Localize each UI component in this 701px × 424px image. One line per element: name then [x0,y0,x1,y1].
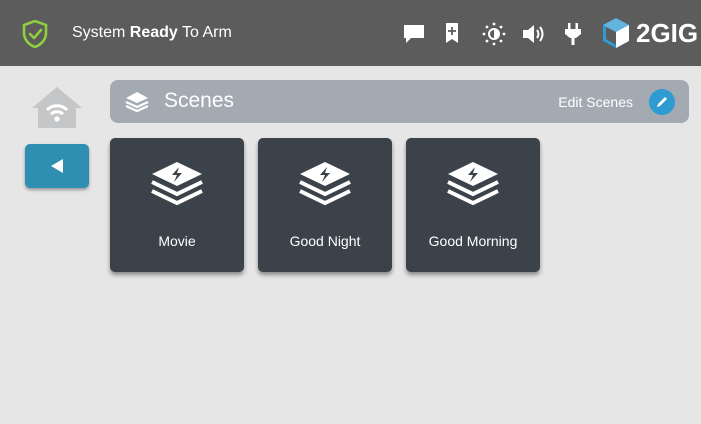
scene-tile-good-morning[interactable]: Good Morning [406,138,540,272]
scene-label: Movie [158,233,196,249]
layers-icon [125,92,149,113]
home-wifi-icon[interactable] [30,84,84,130]
layers-bolt-icon [447,162,499,206]
scene-label: Good Night [289,233,361,249]
edit-scenes-button[interactable] [649,89,675,115]
plug-icon[interactable] [564,22,582,46]
layers-bolt-icon [151,162,203,206]
logo-text: 2GIG [636,17,699,48]
brand-logo: 2GIG [600,15,698,51]
brightness-icon[interactable] [481,21,507,47]
edit-scenes-label[interactable]: Edit Scenes [558,94,633,110]
status-bar: System Ready To Arm 2GIG [0,0,701,66]
shield-check-icon[interactable] [22,20,48,48]
status-suffix: To Arm [181,24,232,41]
scene-tile-movie[interactable]: Movie [110,138,244,272]
status-prefix: System [72,24,126,41]
scenes-header: Scenes Edit Scenes [110,80,689,123]
status-bold: Ready [129,24,178,41]
message-icon[interactable] [402,23,426,45]
bookmark-add-icon[interactable] [445,22,459,44]
system-status-text: System Ready To Arm [72,24,232,42]
back-button[interactable] [25,144,89,188]
scene-tile-good-night[interactable]: Good Night [258,138,392,272]
back-arrow-icon [51,159,63,173]
layers-bolt-icon [299,162,351,206]
scene-label: Good Morning [428,233,518,249]
page-title: Scenes [164,89,235,112]
volume-icon[interactable] [521,23,547,45]
logo-cube-icon [603,18,629,48]
pencil-icon [657,97,667,107]
